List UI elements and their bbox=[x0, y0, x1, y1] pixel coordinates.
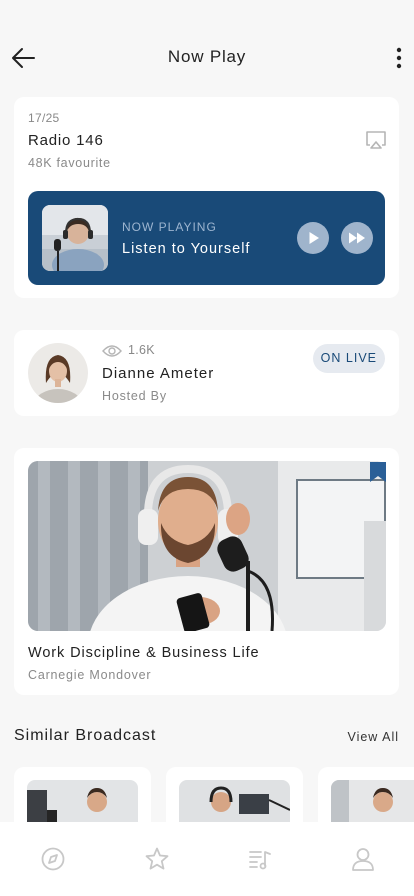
fast-forward-icon bbox=[349, 232, 365, 244]
featured-broadcast-image[interactable] bbox=[28, 461, 386, 631]
view-count: 1.6K bbox=[128, 343, 155, 357]
fast-forward-button[interactable] bbox=[341, 222, 373, 254]
featured-broadcast-card[interactable]: Work Discipline & Business Life Carnegie… bbox=[14, 448, 399, 695]
radio-favourite-count: 48K favourite bbox=[28, 156, 111, 170]
now-playing-title: Listen to Yourself bbox=[122, 241, 251, 257]
tab-playlist[interactable] bbox=[247, 846, 273, 872]
more-menu-button[interactable] bbox=[394, 46, 404, 70]
tab-explore[interactable] bbox=[40, 846, 66, 872]
compass-icon bbox=[41, 847, 65, 871]
bookmark-icon[interactable] bbox=[369, 461, 387, 483]
host-card[interactable]: 1.6K Dianne Ameter Hosted By ON LIVE bbox=[14, 330, 399, 416]
cast-icon[interactable] bbox=[365, 130, 387, 150]
featured-broadcast-title: Work Discipline & Business Life bbox=[28, 645, 260, 661]
eye-icon bbox=[102, 345, 122, 357]
profile-icon bbox=[352, 848, 374, 871]
radio-count: 17/25 bbox=[28, 111, 60, 125]
now-playing-label: NOW PLAYING bbox=[122, 220, 217, 234]
similar-broadcast-list bbox=[14, 767, 414, 827]
tab-favourites[interactable] bbox=[144, 846, 170, 872]
live-badge: ON LIVE bbox=[312, 344, 385, 373]
similar-broadcast-thumbnail bbox=[179, 780, 290, 827]
play-icon bbox=[309, 232, 319, 244]
page-title: Now Play bbox=[167, 47, 247, 66]
play-button[interactable] bbox=[297, 222, 329, 254]
more-vertical-icon bbox=[396, 47, 402, 69]
header: Now Play bbox=[0, 0, 414, 100]
featured-broadcast-author: Carnegie Mondover bbox=[28, 668, 152, 682]
similar-broadcast-card[interactable] bbox=[318, 767, 414, 827]
bottom-tab-bar bbox=[0, 822, 414, 896]
star-icon bbox=[145, 847, 169, 870]
radio-name: Radio 146 bbox=[28, 132, 104, 149]
hosted-by-label: Hosted By bbox=[102, 389, 167, 403]
tab-profile[interactable] bbox=[350, 846, 376, 872]
playlist-icon bbox=[249, 851, 271, 870]
radio-card: 17/25 Radio 146 48K favourite NOW PLAYIN… bbox=[14, 97, 399, 298]
similar-broadcast-card[interactable] bbox=[166, 767, 303, 827]
similar-broadcast-thumbnail bbox=[331, 780, 414, 827]
avatar bbox=[28, 343, 88, 403]
section-title: Similar Broadcast bbox=[14, 727, 157, 744]
host-name: Dianne Ameter bbox=[102, 365, 215, 382]
now-playing-bar[interactable]: NOW PLAYING Listen to Yourself bbox=[28, 191, 385, 285]
now-playing-thumbnail bbox=[42, 205, 108, 271]
similar-broadcast-thumbnail bbox=[27, 780, 138, 827]
view-all-link[interactable]: View All bbox=[347, 730, 399, 744]
similar-broadcast-card[interactable] bbox=[14, 767, 151, 827]
